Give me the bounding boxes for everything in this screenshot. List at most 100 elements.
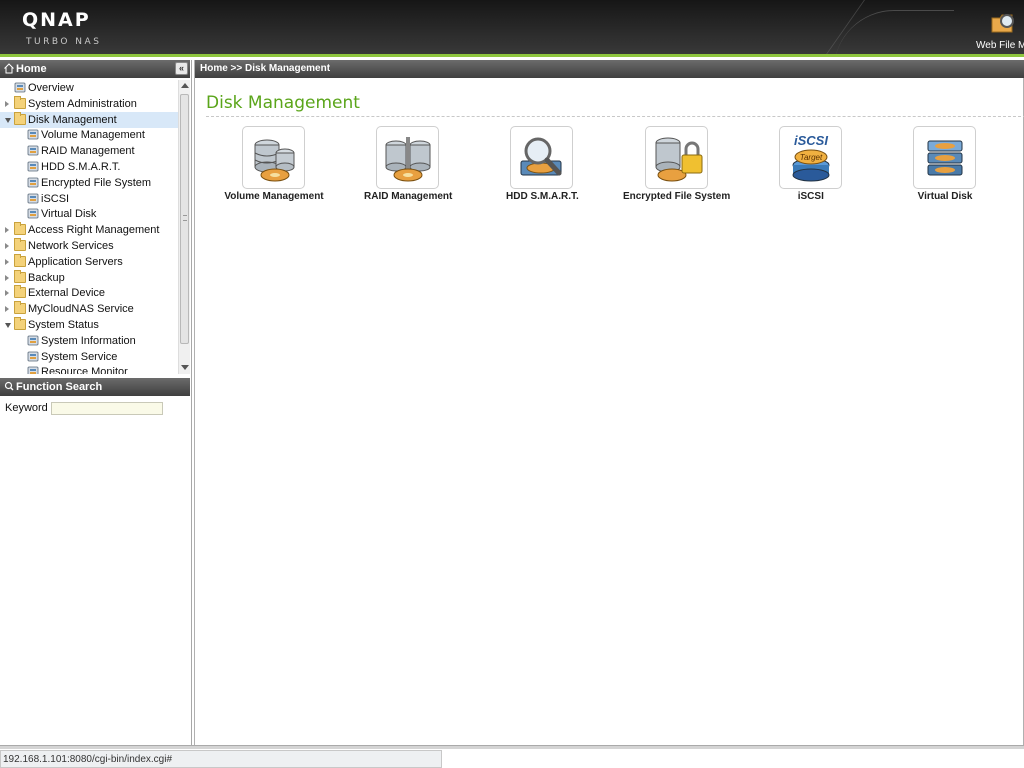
tree-item[interactable]: Application Servers <box>0 253 178 270</box>
tile-label[interactable]: HDD S.M.A.R.T. <box>475 191 609 202</box>
tile-virtual-disk[interactable]: Virtual Disk <box>878 126 1012 206</box>
web-file-manager-button[interactable]: Web File Ma <box>972 4 1024 54</box>
navigation-tree: Overview System Administration Disk Manage… <box>0 80 178 374</box>
tree-item[interactable]: Virtual Disk <box>0 206 178 222</box>
tile-icon-frame[interactable] <box>376 126 440 189</box>
encrypted-icon <box>27 177 39 188</box>
scroll-down-arrow[interactable] <box>181 365 189 370</box>
raid-icon <box>27 145 39 156</box>
app-header: QNAP Turbo NAS Web File Ma <box>0 0 1024 57</box>
hdd-smart-icon <box>27 161 39 172</box>
tree-item[interactable]: MyCloudNAS Service <box>0 301 178 317</box>
expanded-arrow-icon[interactable] <box>5 323 11 328</box>
tile-icon-frame[interactable] <box>913 126 976 189</box>
tile-hdd-smart[interactable]: HDD S.M.A.R.T. <box>475 126 609 206</box>
svg-text:iSCSI: iSCSI <box>794 133 828 148</box>
tile-label[interactable]: RAID Management <box>341 191 475 202</box>
iscsi-icon <box>27 193 39 204</box>
collapsed-arrow-icon[interactable] <box>5 306 9 313</box>
logo-subtitle: Turbo NAS <box>26 37 102 47</box>
tree-item-label: Virtual Disk <box>41 208 97 221</box>
main-content: Home >> Disk Management Disk Management … <box>194 60 1024 746</box>
tree-item[interactable]: System Status <box>0 317 178 333</box>
tree-item-label: HDD S.M.A.R.T. <box>41 161 121 173</box>
function-search-title: Function Search <box>16 381 103 393</box>
tree-item[interactable]: HDD S.M.A.R.T. <box>0 159 178 175</box>
tree-item[interactable]: Backup <box>0 269 178 286</box>
breadcrumb: Home >> Disk Management <box>195 60 1024 78</box>
tree-item[interactable]: Overview <box>0 80 178 96</box>
tile-label[interactable]: Encrypted File System <box>610 191 744 202</box>
scroll-thumb[interactable] <box>180 94 189 344</box>
raid-management-icon <box>385 137 431 182</box>
tree-item[interactable]: Volume Management <box>0 127 178 143</box>
virtual-disk-icon <box>27 208 39 219</box>
collapsed-arrow-icon[interactable] <box>5 274 9 281</box>
tree-item[interactable]: System Service <box>0 349 178 365</box>
keyword-input[interactable] <box>51 402 163 415</box>
scroll-up-arrow[interactable] <box>181 83 189 88</box>
tree-item-label: External Device <box>28 287 106 300</box>
tree-item-label: Resource Monitor <box>41 366 128 374</box>
collapsed-arrow-icon[interactable] <box>5 227 9 234</box>
folder-icon <box>14 222 26 236</box>
tile-icon-frame[interactable]: iSCSI Target <box>778 126 842 189</box>
tree-item[interactable]: Encrypted File System <box>0 175 178 191</box>
tree-item[interactable]: Resource Monitor <box>0 364 178 374</box>
web-file-manager-label: Web File Ma <box>976 40 1024 51</box>
volume-management-icon <box>254 139 295 182</box>
tile-raid-management[interactable]: RAID Management <box>341 126 475 206</box>
tile-icon-frame[interactable] <box>242 126 305 189</box>
collapse-panel-button[interactable]: « <box>175 62 188 75</box>
tree-scrollbar[interactable] <box>178 80 190 374</box>
search-icon <box>4 381 14 391</box>
encrypted-file-system-icon <box>655 137 703 182</box>
tree-item[interactable]: Disk Management <box>0 111 178 128</box>
tile-encrypted-file-system[interactable]: Encrypted File System <box>610 126 744 206</box>
collapsed-arrow-icon[interactable] <box>5 243 9 249</box>
iscsi-icon: iSCSI Target <box>792 133 830 182</box>
tile-icon-frame[interactable] <box>644 126 708 189</box>
home-panel-title: Home <box>16 63 47 75</box>
tree-item-label: System Service <box>41 350 118 363</box>
tile-icon-frame[interactable] <box>510 126 574 189</box>
tile-iscsi[interactable]: iSCSI Target iSCSI <box>744 126 878 206</box>
folder-icon <box>14 301 26 315</box>
tile-label[interactable]: Virtual Disk <box>878 191 1012 202</box>
svg-text:Target: Target <box>800 153 823 162</box>
tree-item-label: System Administration <box>28 97 137 110</box>
tree-item-label: Volume Management <box>41 129 145 142</box>
tile-volume-management[interactable]: Volume Management <box>207 126 341 206</box>
folder-icon <box>14 285 26 299</box>
folder-icon <box>14 95 26 109</box>
tree-item[interactable]: Access Right Management <box>0 222 178 238</box>
collapsed-arrow-icon[interactable] <box>5 290 9 297</box>
tree-item-label: System Status <box>28 319 99 331</box>
collapsed-arrow-icon[interactable] <box>5 258 9 265</box>
tree-item[interactable]: RAID Management <box>0 143 178 159</box>
hdd-smart-icon <box>520 137 562 176</box>
folder-icon <box>14 253 26 267</box>
tree-item-label: Access Right Management <box>28 224 160 237</box>
tree-item[interactable]: External Device <box>0 285 178 301</box>
tree-item-label: Application Servers <box>28 255 123 268</box>
tile-label[interactable]: iSCSI <box>744 191 878 202</box>
folder-open-icon <box>14 317 26 330</box>
collapsed-arrow-icon[interactable] <box>5 100 9 107</box>
volume-icon <box>27 129 39 140</box>
system-service-icon <box>27 351 39 362</box>
tree-item-label: System Information <box>41 334 136 347</box>
tile-label[interactable]: Volume Management <box>207 191 341 202</box>
tree-item[interactable]: System Administration <box>0 95 178 112</box>
folder-icon <box>14 238 26 251</box>
tree-item-label: Disk Management <box>28 113 117 126</box>
overview-icon <box>14 82 26 93</box>
tree-item[interactable]: iSCSI <box>0 191 178 207</box>
tree-item[interactable]: System Information <box>0 333 178 349</box>
tree-item[interactable]: Network Services <box>0 238 178 254</box>
expanded-arrow-icon[interactable] <box>5 117 11 123</box>
resource-monitor-icon <box>27 366 39 374</box>
qnap-logo: QNAP <box>22 9 91 31</box>
tree-item-label: iSCSI <box>41 192 70 205</box>
tree-item-label: Backup <box>28 271 65 284</box>
